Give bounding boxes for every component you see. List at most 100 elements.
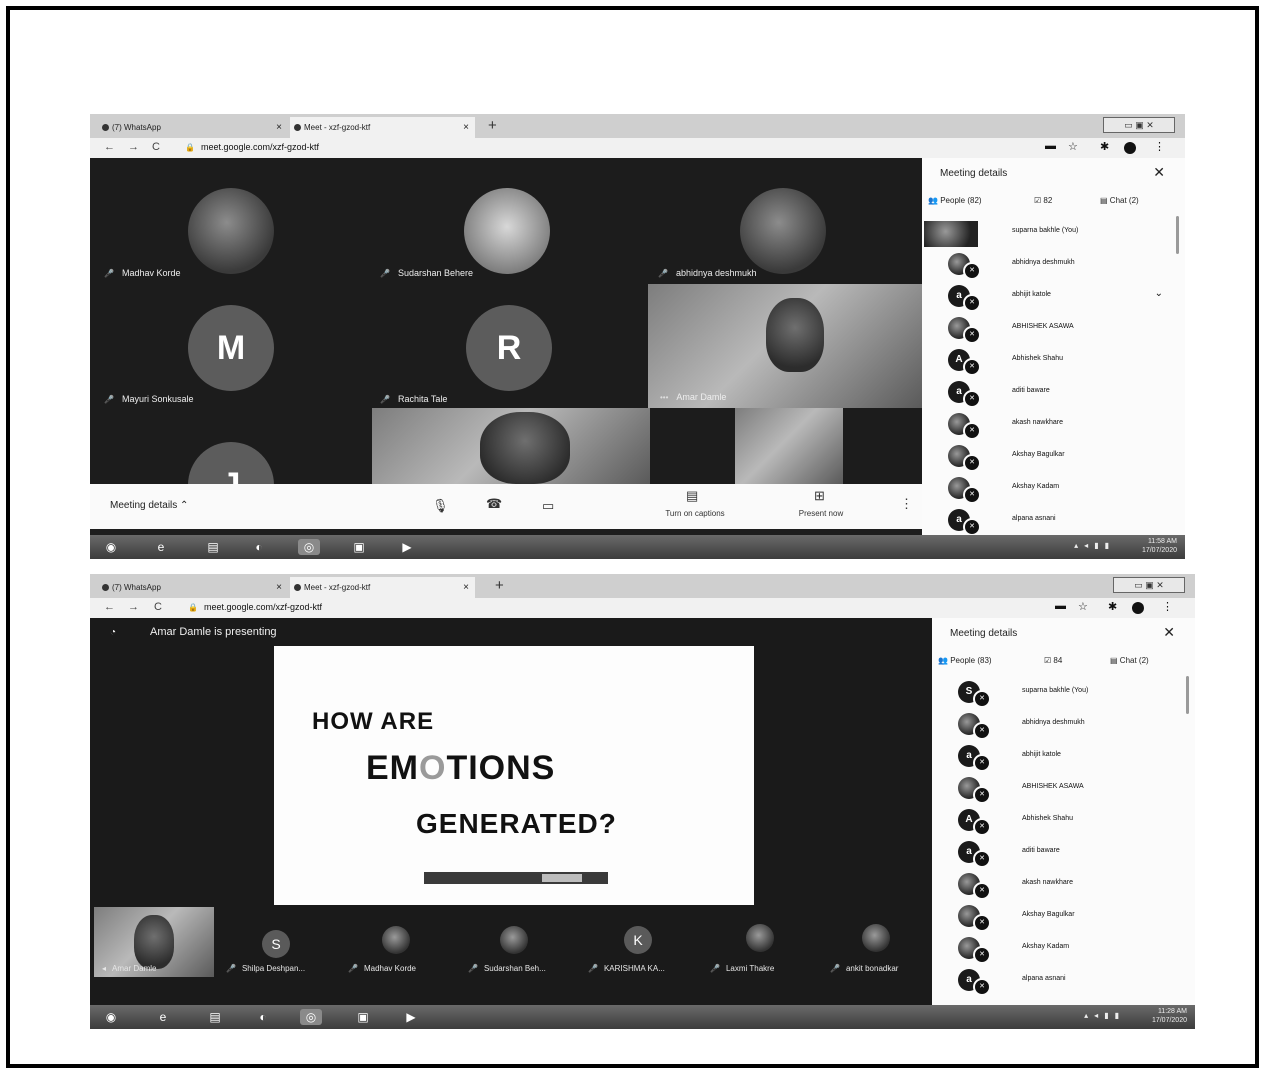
list-item[interactable]: ✕ ABHISHEK ASAWA [932,772,1195,804]
menu-dots-icon[interactable]: ⋮ [1162,600,1173,613]
app-icon[interactable]: ▣ [348,539,370,555]
list-item[interactable]: ✕ Akshay Bagulkar [932,900,1195,932]
close-tab-icon[interactable]: × [463,117,469,138]
mic-off-icon: ✕ [973,754,991,772]
tab-people[interactable]: 👥 People (83) [938,656,992,665]
list-item[interactable]: ✕ abhidnya deshmukh [932,708,1195,740]
mic-off-icon: ✕ [963,390,981,408]
list-item[interactable]: suparna bakhle (You) [922,216,1185,248]
present-now-button[interactable]: Present now [776,509,866,518]
reload-icon[interactable]: C [154,601,162,613]
meeting-details-button[interactable]: Meeting details ⌃ [110,500,188,511]
list-item[interactable]: a ✕ abhijit katole [932,740,1195,772]
stop-sharing-button[interactable] [542,874,582,882]
back-icon[interactable]: ← [104,141,115,153]
list-item[interactable]: a ✕ aditi baware [922,376,1185,408]
tab-chat[interactable]: ▤ Chat (2) [1110,656,1149,665]
profile-avatar[interactable] [1132,602,1144,614]
close-icon[interactable]: ✕ [1163,624,1175,641]
close-tab-icon[interactable]: × [276,577,282,598]
tile-name-amar: ••• Amar Damle [660,392,727,402]
media-player-icon[interactable]: ◐ [252,1009,274,1025]
tab-tasks[interactable]: ☑ 82 [1034,196,1052,205]
close-tab-icon[interactable]: × [276,117,282,138]
participant-photo [500,926,528,954]
tab-chat[interactable]: ▤ Chat (2) [1100,196,1139,205]
mic-off-icon: 🎤 [468,964,478,973]
scrollbar[interactable] [1186,676,1189,714]
new-tab-button[interactable]: + [488,116,497,136]
profile-avatar[interactable] [1124,142,1136,154]
url-field[interactable]: 🔒 meet.google.com/xzf-gzod-ktf [188,602,322,612]
list-item[interactable]: ✕ Akshay Kadam [922,472,1185,504]
reload-icon[interactable]: C [152,141,160,153]
player-icon[interactable]: ▶ [400,1009,422,1025]
tab-strip: (7) WhatsApp × Meet - xzf-gzod-ktf × + ▭… [90,114,1185,138]
camera-icon[interactable]: ▬ [1045,140,1056,152]
close-tab-icon[interactable]: × [463,577,469,598]
tab-whatsapp[interactable]: (7) WhatsApp × [98,577,288,598]
list-item[interactable]: ✕ Akshay Kadam [932,932,1195,964]
media-player-icon[interactable]: ◐ [248,539,270,555]
window-controls[interactable]: ▭ ▣ ✕ [1103,117,1175,133]
tab-meet[interactable]: Meet - xzf-gzod-ktf × [290,117,475,138]
new-tab-button[interactable]: + [495,576,504,596]
list-item[interactable]: ✕ ABHISHEK ASAWA [922,312,1185,344]
meet-icon [294,584,301,591]
avatar-letter-m: M [188,305,274,391]
back-icon[interactable]: ← [104,601,115,613]
mic-off-icon: ✕ [963,294,981,312]
list-item[interactable]: ✕ akash nawkhare [932,868,1195,900]
menu-dots-icon[interactable]: ⋮ [1154,140,1165,153]
file-explorer-icon[interactable]: ▤ [204,1009,226,1025]
list-item[interactable]: S ✕ suparna bakhle (You) [932,676,1195,708]
forward-icon[interactable]: → [128,141,139,153]
list-item[interactable]: a ✕ abhijit katole ⌄ [922,280,1185,312]
extensions-icon[interactable]: ✱ [1108,600,1117,613]
file-explorer-icon[interactable]: ▤ [202,539,224,555]
list-item[interactable]: A ✕ Abhishek Shahu [932,804,1195,836]
list-item[interactable]: ✕ akash nawkhare [922,408,1185,440]
list-item[interactable]: ✕ Akshay Bagulkar [922,440,1185,472]
bookmark-star-icon[interactable]: ☆ [1078,600,1088,613]
speaking-icon: ◂ [102,964,107,973]
forward-icon[interactable]: → [128,601,139,613]
internet-explorer-icon[interactable]: e [150,539,172,555]
start-icon[interactable]: ◉ [100,539,122,555]
more-options-icon[interactable]: ⋮ [900,496,913,512]
window-controls[interactable]: ▭ ▣ ✕ [1113,577,1185,593]
tab-meet[interactable]: Meet - xzf-gzod-ktf × [290,577,475,598]
close-icon[interactable]: ✕ [1153,164,1165,181]
mic-icon[interactable]: 🎙 [432,498,449,514]
list-item[interactable]: a ✕ alpana asnani [932,964,1195,996]
internet-explorer-icon[interactable]: e [152,1009,174,1025]
participant-photo [740,188,826,274]
participant-photo [464,188,550,274]
tab-people[interactable]: 👥 People (82) [928,196,982,205]
scrollbar[interactable] [1176,216,1179,254]
hang-up-icon[interactable]: ☎ [486,496,502,512]
list-item[interactable]: A ✕ Abhishek Shahu [922,344,1185,376]
chevron-down-icon[interactable]: ⌄ [1155,288,1163,299]
strip-name-amar: ◂ Amar Damle [102,964,157,973]
app-icon[interactable]: ▣ [352,1009,374,1025]
list-item[interactable]: a ✕ alpana asnani [922,504,1185,535]
clock: 11:28 AM 17/07/2020 [1151,1008,1187,1024]
list-item[interactable]: ✕ abhidnya deshmukh [922,248,1185,280]
video-tile [735,408,843,484]
chrome-icon[interactable]: ◎ [300,1009,322,1025]
url-field[interactable]: 🔒 meet.google.com/xzf-gzod-ktf [185,142,319,152]
list-item[interactable]: a ✕ aditi baware [932,836,1195,868]
chrome-icon[interactable]: ◎ [298,539,320,555]
start-icon[interactable]: ◉ [100,1009,122,1025]
tab-tasks[interactable]: ☑ 84 [1044,656,1062,665]
tab-whatsapp[interactable]: (7) WhatsApp × [98,117,288,138]
bookmark-star-icon[interactable]: ☆ [1068,140,1078,153]
captions-button[interactable]: Turn on captions [650,509,740,518]
extensions-icon[interactable]: ✱ [1100,140,1109,153]
player-icon[interactable]: ▶ [396,539,418,555]
meet-icon [294,124,301,131]
tile-name-madhav: 🎤 Madhav Korde [104,268,181,278]
camera-toggle-icon[interactable]: ▭ [542,498,554,514]
camera-icon[interactable]: ▬ [1055,600,1066,612]
